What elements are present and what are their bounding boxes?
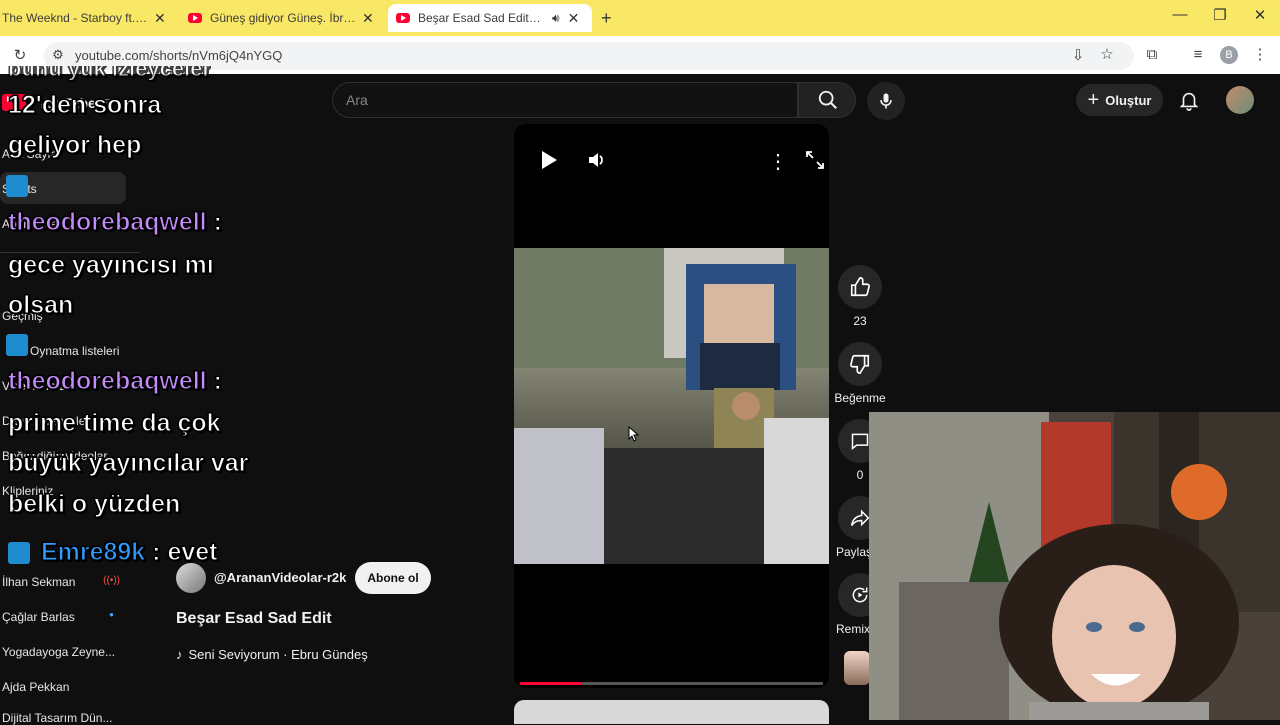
chat-user-badge-icon [6,175,28,197]
bell-icon [1179,92,1199,111]
search-placeholder: Ara [346,92,368,108]
tab-title: Beşar Esad Sad Edit - YouTube [418,11,544,25]
like-count: 23 [853,314,867,328]
browser-tab-1[interactable]: The Weeknd - Starboy ft. Daft Punk ✕ [2,4,172,32]
dislike-button[interactable] [838,342,882,386]
chat-separator: : [213,367,222,396]
chat-username: theodorebaqwell [8,208,208,237]
subscription-name: Çağlar Barlas [2,610,75,624]
youtube-favicon-icon [188,13,202,23]
subscription-name: İlhan Sekman [2,575,76,589]
install-app-icon[interactable]: ⇩ [1066,46,1090,64]
short-title: Beşar Esad Sad Edit [176,610,332,627]
dislike-label: Beğenme [834,391,886,405]
progress-bar-fill [520,682,581,685]
chat-message-line: 12'den sonra [7,91,162,120]
live-indicator-icon: ((•)) [103,575,120,586]
site-info-icon[interactable]: ⚙ [46,47,70,63]
subscription-item[interactable]: Ajda Pekkan [2,680,69,694]
mouse-cursor-icon [628,425,640,447]
chat-message-line: prime time da çok [8,409,222,438]
speaker-audio-icon[interactable]: 🔊︎ [552,11,560,26]
bookmark-star-icon[interactable]: ☆ [1095,45,1119,63]
browser-tab-2[interactable]: Güneş gidiyor Güneş. İbrahim Tatlıses ✕ [188,4,378,32]
user-avatar[interactable] [1226,86,1254,114]
restore-icon[interactable]: ❐ [1200,6,1240,24]
microphone-icon [880,93,892,109]
play-icon [542,151,557,169]
close-tab-icon[interactable]: ✕ [154,10,166,27]
fullscreen-icon [806,151,824,169]
chat-message-line: olsan [7,291,74,320]
chat-username: Emre89k [40,538,146,567]
chat-message-line: büyük yayıncılar var [7,449,249,478]
close-window-icon[interactable]: ✕ [1240,6,1280,24]
more-options-icon[interactable]: ⋮ [768,149,788,174]
chat-separator: : [152,538,161,567]
close-tab-icon[interactable]: ✕ [568,10,580,27]
chat-separator: : [213,208,222,237]
notifications-button[interactable] [1178,88,1200,117]
plus-icon: + [1087,88,1100,111]
reload-icon[interactable]: ↻ [8,46,32,64]
search-input[interactable] [332,82,798,118]
webcam-overlay [869,412,1280,720]
chat-message-line: belki o yüzden [7,490,181,519]
music-label: Seni Seviyorum · Ebru Gündeş [188,647,368,662]
music-link[interactable]: ♪ Seni Seviyorum · Ebru Gündeş [176,647,368,662]
chat-username: theodorebaqwell [8,367,208,396]
channel-avatar[interactable] [176,563,206,593]
minimize-icon[interactable]: — [1160,6,1200,23]
new-content-dot-icon: ● [109,610,114,619]
browser-menu-icon[interactable]: ⋮ [1248,45,1272,63]
webcam-scene [869,412,1280,720]
youtube-favicon-icon [396,13,410,23]
media-control-icon[interactable]: ≡ [1186,46,1210,63]
chat-message: theodorebaqwell : [6,175,222,237]
like-button[interactable] [838,265,882,309]
chat-text: evet [167,538,218,567]
search-icon [818,90,837,109]
chat-message: theodorebaqwell : [6,334,222,396]
subscription-item[interactable]: İlhan Sekman ((•)) [2,575,120,589]
search-button[interactable] [798,82,856,118]
browser-tab-3-active[interactable]: Beşar Esad Sad Edit - YouTube 🔊︎ ✕ [388,4,592,32]
url-text[interactable]: youtube.com/shorts/nVm6jQ4nYGQ [75,48,282,63]
thumbs-down-icon [850,354,870,374]
browser-profile-avatar[interactable]: B [1220,46,1238,64]
share-icon [850,509,870,527]
play-button[interactable] [540,150,558,175]
chat-user-badge-icon [8,542,30,565]
subscription-item[interactable]: Yogadayoga Zeyne... [2,645,115,659]
fullscreen-button[interactable] [806,151,824,174]
volume-icon [589,153,603,167]
extensions-icon[interactable]: ⧉ [1140,46,1164,63]
remix-icon [852,587,868,603]
video-scene [514,248,829,564]
volume-button[interactable] [586,150,606,175]
close-tab-icon[interactable]: ✕ [362,10,374,27]
subscription-item[interactable]: Çağlar Barlas ● [2,610,114,624]
sidebar-item-playlists[interactable]: Oynatma listeleri [30,344,119,358]
tab-title: Güneş gidiyor Güneş. İbrahim Tatlıses [210,11,356,25]
create-button[interactable]: + Oluştur [1076,84,1163,116]
sound-thumbnail[interactable] [844,651,870,685]
comment-icon [851,433,869,451]
subscribe-button[interactable]: Abone ol [355,562,431,594]
new-tab-button[interactable]: + [601,8,612,29]
chat-message-line: geliyor hep [7,131,142,160]
voice-search-button[interactable] [867,82,905,120]
chat-user-badge-icon [6,334,28,356]
create-label: Oluştur [1105,92,1152,108]
next-short-preview[interactable] [514,700,829,724]
music-note-icon: ♪ [176,647,183,662]
tab-title: The Weeknd - Starboy ft. Daft Punk [2,11,148,25]
chat-message-line: gece yayıncısı mı [8,251,215,280]
subscription-item[interactable]: Dijital Tasarım Dün... [2,711,112,725]
thumbs-up-icon [850,277,870,297]
video-frame[interactable] [514,248,829,564]
channel-name[interactable]: @ArananVideolar-r2k [214,570,346,585]
